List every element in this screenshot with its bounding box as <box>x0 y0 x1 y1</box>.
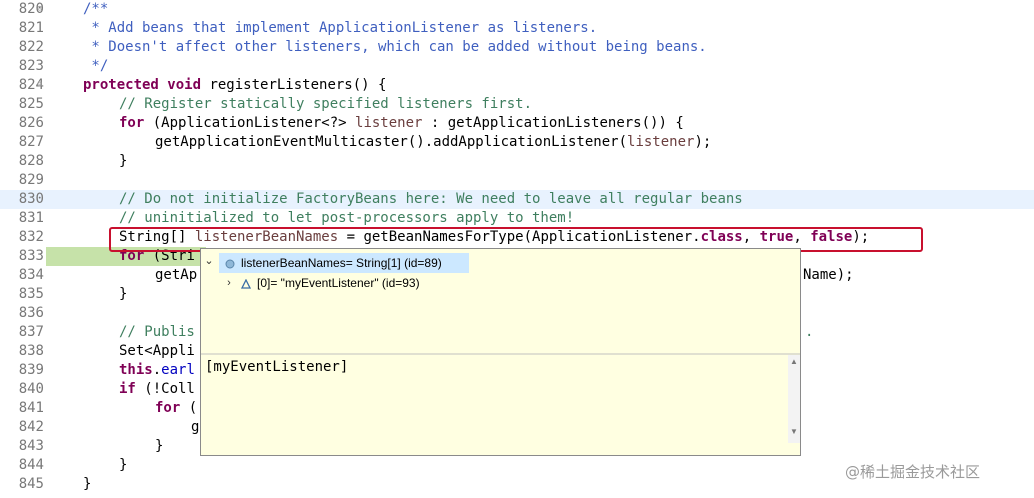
code-line-828[interactable]: 828 } <box>0 152 1034 171</box>
code-text: // Register statically specified listene… <box>119 96 533 112</box>
line-number: 845 <box>18 476 44 492</box>
line-number: 830 <box>18 191 44 207</box>
code-line-831[interactable]: 831 // uninitialized to let post-process… <box>0 209 1034 228</box>
code-text: // Publis <box>119 324 195 340</box>
tree-row-label: listenerBeanNames= String[1] (id=89) <box>241 256 442 270</box>
code-text: for ( <box>155 400 198 416</box>
line-number: 823 <box>18 58 44 74</box>
line-number: 843 <box>18 438 44 454</box>
code-text: g <box>191 419 200 435</box>
code-text: } <box>119 153 128 169</box>
code-text: } <box>119 286 128 302</box>
code-line-823[interactable]: 823 */ <box>0 57 1034 76</box>
code-line-820[interactable]: 820 ⊖ /** <box>0 0 1034 19</box>
line-number: 838 <box>18 343 44 359</box>
fold-toggle-icon[interactable]: ⊖ <box>37 0 42 19</box>
watermark: @稀土掘金技术社区 <box>845 463 981 481</box>
line-number: 840 <box>18 381 44 397</box>
tree-row-listenerBeanNames[interactable]: ⌄ listenerBeanNames= String[1] (id=89) <box>204 253 469 273</box>
code-text-tail: Name); <box>803 267 854 283</box>
line-number: 822 <box>18 39 44 55</box>
detail-pane[interactable]: [myEventListener] <box>201 355 788 449</box>
code-text: // Do not initialize FactoryBeans here: … <box>119 191 743 207</box>
variable-tree[interactable]: ⌄ listenerBeanNames= String[1] (id=89) ›… <box>201 249 800 353</box>
variable-inspector-popup[interactable]: ⌄ listenerBeanNames= String[1] (id=89) ›… <box>200 248 801 456</box>
code-line-821[interactable]: 821 * Add beans that implement Applicati… <box>0 19 1034 38</box>
tree-row-label: [0]= "myEventListener" (id=93) <box>257 276 420 290</box>
line-number: 834 <box>18 267 44 283</box>
code-text: } <box>119 457 128 473</box>
code-line-827[interactable]: 827 getApplicationEventMulticaster().add… <box>0 133 1034 152</box>
code-text: getAp <box>155 267 198 283</box>
code-text-tail: . <box>805 324 814 340</box>
detail-scrollbar[interactable]: ▲ ▼ <box>788 355 800 443</box>
line-number: 837 <box>18 324 44 340</box>
line-number: 826 <box>18 115 44 131</box>
fold-toggle-icon[interactable]: ⊖ <box>37 76 42 95</box>
code-text: for (ApplicationListener<?> listener : g… <box>119 115 684 131</box>
code-text: /** <box>83 1 109 17</box>
code-line-826[interactable]: 826 for (ApplicationListener<?> listener… <box>0 114 1034 133</box>
chevron-down-icon[interactable]: ⌄ <box>203 251 215 271</box>
code-text: // uninitialized to let post-processors … <box>119 210 575 226</box>
tree-row-element-0[interactable]: › [0]= "myEventListener" (id=93) <box>227 273 499 293</box>
code-text: */ <box>83 58 109 74</box>
code-text: getApplicationEventMulticaster().addAppl… <box>155 134 712 150</box>
code-text: this.earl <box>119 362 195 378</box>
code-text: } <box>155 438 164 454</box>
code-line-824[interactable]: 824 ⊖ protected void registerListeners()… <box>0 76 1034 95</box>
line-number: 827 <box>18 134 44 150</box>
line-number: 839 <box>18 362 44 378</box>
line-number: 835 <box>18 286 44 302</box>
array-element-icon <box>240 273 252 293</box>
code-text: protected void registerListeners() { <box>83 77 387 93</box>
chevron-right-icon[interactable]: › <box>223 273 235 293</box>
line-number: 844 <box>18 457 44 473</box>
code-text: if (!Coll <box>119 381 195 397</box>
line-number: 825 <box>18 96 44 112</box>
code-line-822[interactable]: 822 * Doesn't affect other listeners, wh… <box>0 38 1034 57</box>
line-number: 832 <box>18 229 44 245</box>
line-number: 821 <box>18 20 44 36</box>
line-number: 829 <box>18 172 44 188</box>
code-line-830[interactable]: 830 // Do not initialize FactoryBeans he… <box>0 190 1034 209</box>
code-text: * Add beans that implement ApplicationLi… <box>83 20 598 36</box>
line-number: 836 <box>18 305 44 321</box>
scroll-up-icon[interactable]: ▲ <box>788 357 800 366</box>
code-line-829[interactable]: 829 <box>0 171 1034 190</box>
code-text: Set<Appli <box>119 343 195 359</box>
line-number: 828 <box>18 153 44 169</box>
line-number: 842 <box>18 419 44 435</box>
line-number: 841 <box>18 400 44 416</box>
code-line-825[interactable]: 825 // Register statically specified lis… <box>0 95 1034 114</box>
line-number: 833 <box>18 248 44 264</box>
local-variable-icon <box>225 253 235 273</box>
code-editor[interactable]: 820 ⊖ /** 821 * Add beans that implement… <box>0 0 1034 498</box>
line-number: 831 <box>18 210 44 226</box>
code-text: * Doesn't affect other listeners, which … <box>83 39 707 55</box>
code-text: } <box>83 476 92 492</box>
scroll-down-icon[interactable]: ▼ <box>788 427 800 436</box>
